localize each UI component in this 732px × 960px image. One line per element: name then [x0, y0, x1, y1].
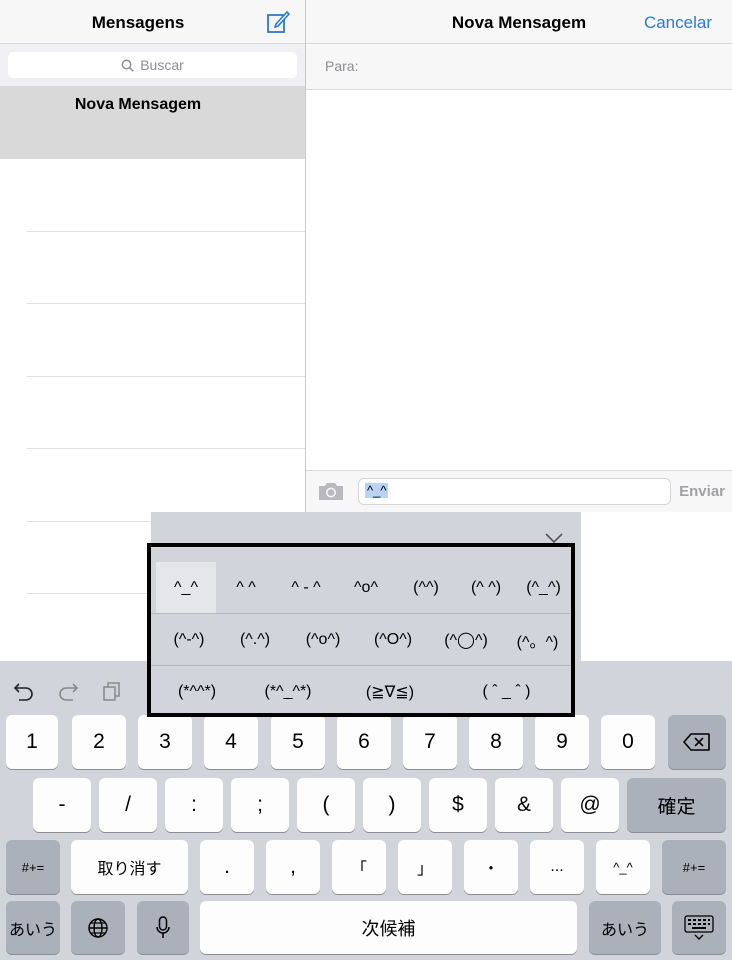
key-dollar[interactable]: $	[429, 778, 487, 832]
list-divider	[27, 448, 305, 449]
key-9[interactable]: 9	[535, 715, 589, 769]
key-0[interactable]: 0	[601, 715, 655, 769]
undo-key[interactable]: 取り消す	[71, 840, 188, 894]
list-divider	[27, 303, 305, 304]
message-text: ^_^	[365, 483, 389, 498]
conversation-item-new-message[interactable]: Nova Mensagem	[0, 86, 305, 159]
candidate-item[interactable]: ^ - ^	[276, 562, 336, 613]
candidate-item[interactable]: (^_^)	[516, 562, 571, 613]
message-input[interactable]: ^_^	[358, 478, 671, 505]
candidate-item[interactable]: ( ˆ _ ˆ )	[442, 666, 571, 717]
key-close-paren[interactable]: )	[363, 778, 421, 832]
recipient-field[interactable]: Para:	[306, 44, 732, 90]
candidate-item[interactable]: ^o^	[336, 562, 396, 613]
next-candidate-key[interactable]: 次候補	[200, 901, 577, 954]
key-2[interactable]: 2	[72, 715, 126, 769]
key-middle-dot[interactable]: ・	[464, 840, 518, 894]
redo-icon[interactable]	[57, 681, 79, 701]
symbols-key-right[interactable]: #+=	[662, 840, 726, 894]
candidate-row: (^-^) (^.^) (^o^) (^O^) (^◯^) (^。^)	[151, 614, 571, 666]
key-hyphen[interactable]: -	[33, 778, 91, 832]
search-icon	[121, 59, 135, 72]
dictation-key[interactable]	[137, 901, 189, 954]
confirm-key[interactable]: 確定	[627, 778, 726, 832]
candidate-item[interactable]: ^ ^	[216, 562, 276, 613]
candidate-item[interactable]: (≧∇≦)	[338, 666, 442, 717]
key-colon[interactable]: :	[165, 778, 223, 832]
key-ampersand[interactable]: &	[495, 778, 553, 832]
candidate-row: (*^^*) (*^_^*) (≧∇≦) ( ˆ _ ˆ )	[151, 666, 571, 718]
candidate-item[interactable]: (^◯^)	[428, 614, 504, 665]
kana-key-right[interactable]: あいう	[589, 901, 661, 954]
kana-key-left[interactable]: あいう	[6, 901, 60, 954]
key-5[interactable]: 5	[271, 715, 325, 769]
paste-icon[interactable]	[101, 681, 123, 701]
candidate-item[interactable]: (^o^)	[288, 614, 358, 665]
dismiss-keyboard-key[interactable]	[672, 901, 726, 954]
key-8[interactable]: 8	[469, 715, 523, 769]
send-button[interactable]: Enviar	[679, 483, 725, 500]
candidate-item[interactable]: ^_^	[156, 562, 216, 613]
undo-icon[interactable]	[13, 681, 35, 701]
keyboard-dismiss-icon	[684, 914, 714, 940]
candidate-item[interactable]: (*^^*)	[156, 666, 238, 717]
candidate-item[interactable]: (^.^)	[222, 614, 288, 665]
key-slash[interactable]: /	[99, 778, 157, 832]
recipient-label: Para:	[325, 58, 359, 74]
compose-header: Nova Mensagem Cancelar	[306, 0, 732, 44]
key-open-paren[interactable]: (	[297, 778, 355, 832]
conversations-title: Mensagens	[91, 13, 185, 32]
candidate-item[interactable]: (^ ^)	[456, 562, 516, 613]
key-semicolon[interactable]: ;	[231, 778, 289, 832]
key-6[interactable]: 6	[337, 715, 391, 769]
candidate-item[interactable]: (^。^)	[504, 614, 571, 665]
cancel-button[interactable]: Cancelar	[644, 13, 712, 33]
key-close-bracket[interactable]: 」	[398, 840, 452, 894]
search-placeholder: Buscar	[140, 57, 184, 73]
candidate-item[interactable]: (^^)	[396, 562, 456, 613]
candidate-item[interactable]: (^-^)	[156, 614, 222, 665]
search-input[interactable]: Buscar	[8, 52, 297, 78]
delete-key[interactable]	[668, 715, 726, 769]
compose-icon[interactable]	[266, 10, 290, 34]
key-period[interactable]: .	[200, 840, 254, 894]
search-bar: Buscar	[0, 44, 305, 86]
key-at[interactable]: @	[561, 778, 619, 832]
camera-icon[interactable]	[318, 481, 344, 501]
conversation-item-label: Nova Mensagem	[74, 96, 202, 113]
left-header: Mensagens	[0, 0, 305, 44]
list-divider	[27, 231, 305, 232]
globe-key[interactable]	[71, 901, 125, 954]
key-open-bracket[interactable]: 「	[332, 840, 386, 894]
microphone-icon	[156, 915, 170, 938]
messages-app: Mensagens Buscar Nova Mensagem Nova Mens…	[0, 0, 732, 960]
candidate-item[interactable]: (^O^)	[358, 614, 428, 665]
key-comma[interactable]: ,	[266, 840, 320, 894]
key-4[interactable]: 4	[204, 715, 258, 769]
delete-icon	[683, 733, 710, 751]
list-divider	[27, 376, 305, 377]
key-7[interactable]: 7	[403, 715, 457, 769]
candidate-row: ^_^ ^ ^ ^ - ^ ^o^ (^^) (^ ^) (^_^)	[151, 562, 571, 614]
key-emoticon[interactable]: ^_^	[596, 840, 650, 894]
key-ellipsis[interactable]: ...	[530, 840, 584, 894]
key-1[interactable]: 1	[6, 715, 58, 769]
symbols-key-left[interactable]: #+=	[6, 840, 60, 894]
compose-bar: ^_^ Enviar	[306, 470, 732, 512]
candidate-list: ^_^ ^ ^ ^ - ^ ^o^ (^^) (^ ^) (^_^) (^-^)…	[147, 543, 575, 717]
globe-icon	[88, 917, 108, 938]
candidate-item[interactable]: (*^_^*)	[238, 666, 338, 717]
key-3[interactable]: 3	[138, 715, 192, 769]
